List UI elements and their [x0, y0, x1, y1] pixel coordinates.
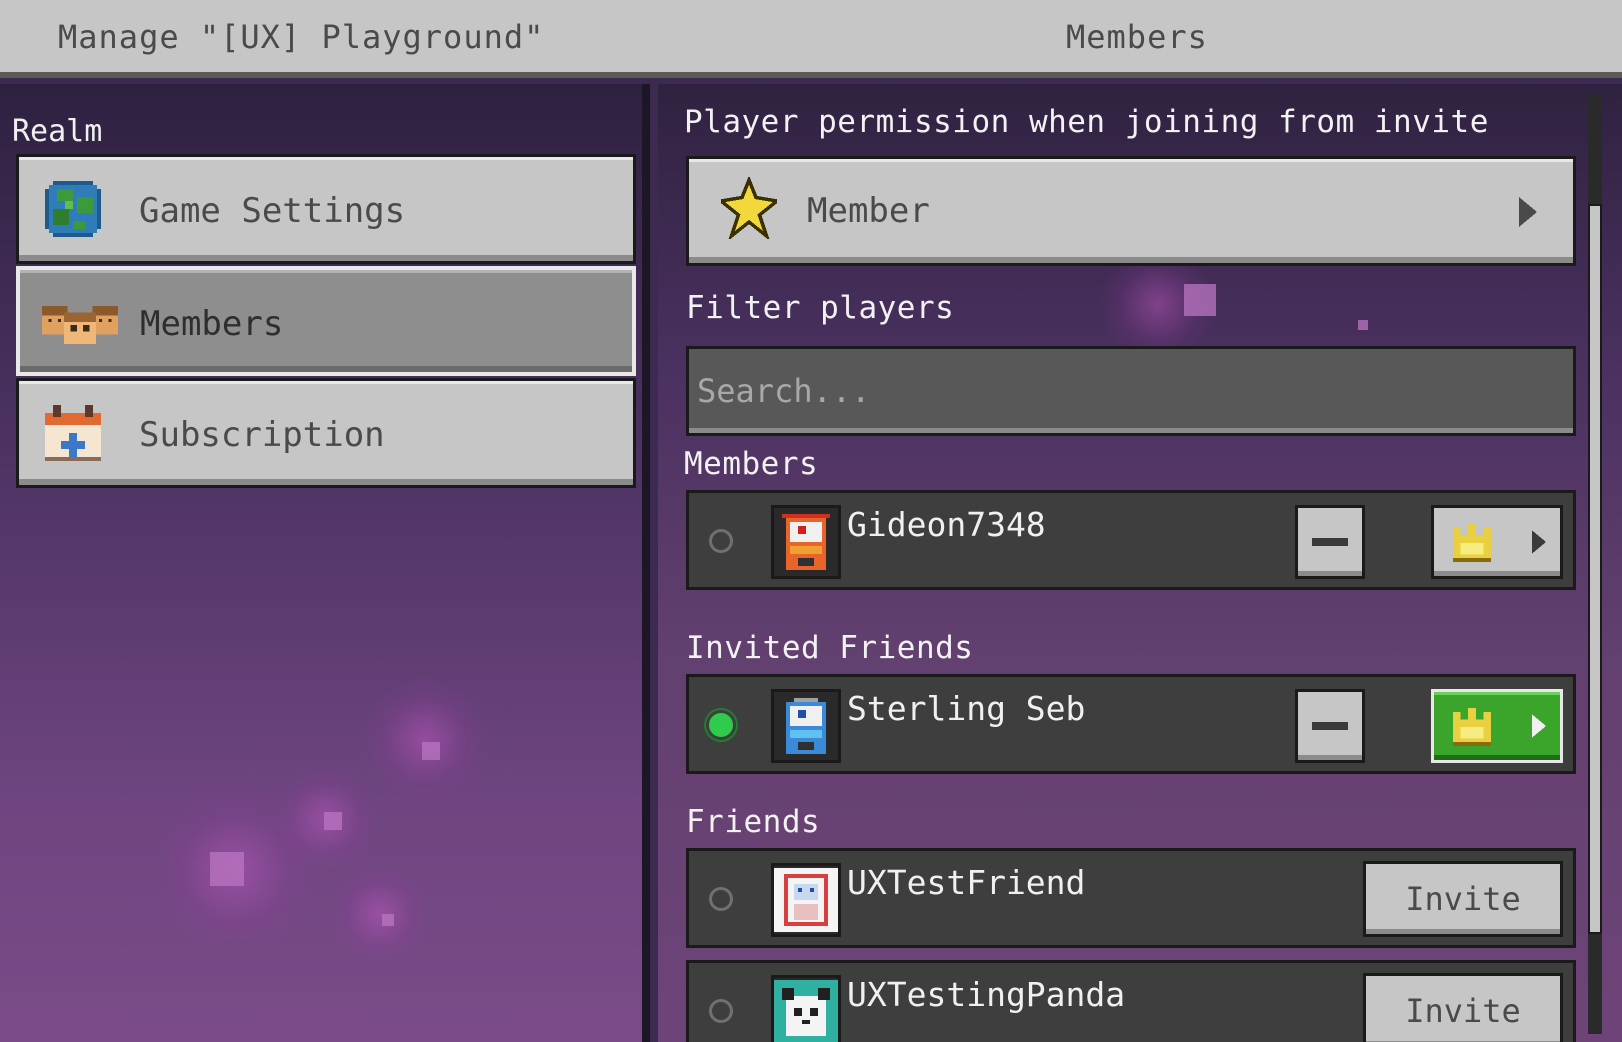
members-section-label: Members: [684, 446, 819, 482]
invite-role-button[interactable]: [1431, 689, 1563, 763]
crown-icon: [1453, 524, 1491, 562]
title-bar: Manage "[UX] Playground" Members: [0, 0, 1622, 78]
avatar: [771, 863, 841, 937]
background-particle: [1184, 284, 1216, 316]
crown-icon: [1453, 708, 1491, 746]
online-status-indicator: [709, 887, 733, 911]
arcade-avatar-icon: [774, 510, 838, 574]
sidebar: Realm Game Settings Members Subscription: [0, 84, 650, 1042]
invite-button[interactable]: Invite: [1363, 861, 1563, 937]
globe-icon: [45, 181, 101, 237]
realm-label: Realm: [12, 114, 103, 149]
background-particle: [1358, 320, 1368, 330]
friends-section-label: Friends: [686, 804, 821, 840]
member-row: Gideon7348: [686, 490, 1576, 590]
player-name: UXTestFriend: [847, 863, 1086, 902]
scrollbar-thumb[interactable]: [1588, 204, 1602, 934]
remove-invite-button[interactable]: [1295, 689, 1365, 763]
player-name: Sterling Seb: [847, 689, 1086, 728]
chevron-right-icon: [1532, 714, 1546, 738]
calendar-plus-icon: [45, 405, 101, 461]
avatar: [771, 975, 841, 1042]
avatar: [771, 689, 841, 763]
robot-avatar-icon: [774, 868, 838, 932]
filter-label: Filter players: [686, 290, 955, 326]
permission-dropdown[interactable]: Member: [686, 156, 1576, 266]
sidebar-item-label: Subscription: [139, 415, 385, 455]
permission-label: Player permission when joining from invi…: [684, 104, 1489, 140]
background-glow: [330, 864, 430, 964]
friend-row: UXTestFriend Invite: [686, 848, 1576, 948]
star-icon: [721, 177, 777, 239]
remove-member-button[interactable]: [1295, 505, 1365, 579]
member-role-button[interactable]: [1431, 505, 1563, 579]
scrollbar[interactable]: [1588, 94, 1602, 1034]
player-name: Gideon7348: [847, 505, 1046, 544]
player-name: UXTestingPanda: [847, 975, 1126, 1014]
background-particle: [324, 812, 342, 830]
sidebar-item-members[interactable]: Members: [16, 266, 636, 376]
friend-row: UXTestingPanda Invite: [686, 960, 1576, 1042]
members-icon: [42, 306, 118, 345]
window-title: Manage "[UX] Playground": [58, 18, 545, 56]
online-status-indicator: [709, 713, 733, 737]
invite-button[interactable]: Invite: [1363, 973, 1563, 1042]
sidebar-item-game-settings[interactable]: Game Settings: [16, 154, 636, 264]
sidebar-item-label: Game Settings: [139, 191, 406, 231]
background-particle: [382, 914, 394, 926]
section-title: Members: [1066, 18, 1208, 56]
members-panel: Player permission when joining from invi…: [658, 84, 1622, 1042]
invited-row: Sterling Seb: [686, 674, 1576, 774]
avatar: [771, 505, 841, 579]
chevron-right-icon: [1519, 197, 1537, 227]
search-field[interactable]: [686, 346, 1576, 436]
permission-value: Member: [807, 191, 930, 231]
background-particle: [210, 852, 244, 886]
sidebar-item-label: Members: [140, 304, 284, 344]
background-particle: [422, 742, 440, 760]
invited-section-label: Invited Friends: [686, 630, 974, 666]
sidebar-item-subscription[interactable]: Subscription: [16, 378, 636, 488]
online-status-indicator: [709, 999, 733, 1023]
background-glow: [360, 674, 490, 804]
arcade-avatar-icon: [774, 694, 838, 758]
search-input[interactable]: [689, 349, 1573, 433]
chevron-right-icon: [1532, 530, 1546, 554]
panda-avatar-icon: [774, 980, 838, 1042]
online-status-indicator: [709, 529, 733, 553]
